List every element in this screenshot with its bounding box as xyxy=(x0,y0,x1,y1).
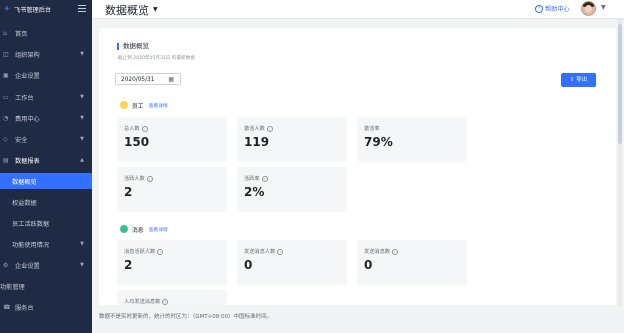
sidebar-item-security[interactable]: ◇ 安全 ▼ xyxy=(0,131,92,147)
sidebar-item-reports[interactable]: ▤ 数据报表 ▲ xyxy=(0,152,92,168)
feishu-logo-icon: ✈ xyxy=(4,4,10,13)
home-icon: ⌂ xyxy=(3,29,7,37)
calendar-icon: ▦ xyxy=(168,76,174,83)
collapse-menu-icon[interactable] xyxy=(78,5,86,12)
footer: 数据不是实时更新的，统计的时区为：（GMT+08:00）中国标准时间。 xyxy=(92,305,624,333)
sidebar-item-cost[interactable]: ◔ 费用中心 ▼ xyxy=(0,110,92,126)
scrollbar[interactable] xyxy=(618,18,622,324)
stat-card-message-senders: 发送消息人数 i 0 xyxy=(237,240,347,285)
service-icon: ☎ xyxy=(3,303,11,311)
export-button[interactable]: ⇩ 导出 xyxy=(561,73,596,87)
date-value: 2020/05/31 xyxy=(121,77,155,83)
chevron-up-icon: ▲ xyxy=(80,157,84,163)
chevron-down-icon: ▼ xyxy=(80,115,84,121)
caret-down-icon[interactable]: ▼ xyxy=(153,6,158,13)
settings-icon: ▣ xyxy=(3,71,9,79)
messages-details-link[interactable]: 查看详情 xyxy=(149,226,168,233)
help-center-link[interactable]: ? 帮助中心 xyxy=(535,4,570,13)
sidebar-item-service-desk[interactable]: ☎ 服务台 xyxy=(0,299,92,315)
overview-card: 数据概览 截止到 2020年05月31日 的最新数据 2020/05/31 ▦ … xyxy=(99,28,616,305)
chevron-down-icon: ▼ xyxy=(80,51,84,57)
message-icon xyxy=(120,225,128,233)
sidebar-item-home[interactable]: ⌂ 首页 xyxy=(0,25,92,41)
messages-section-header: 消息 查看详情 xyxy=(120,224,168,234)
sidebar-item-active-employees[interactable]: 员工活跃数据 xyxy=(0,215,92,231)
sidebar: ✈ 飞书管理后台 ⌂ 首页 ◫ 组织架构 ▼ ▣ 企业设置 ▭ 工作台 ▼ ◔ … xyxy=(0,0,92,333)
sidebar-item-feature-management[interactable]: 功能管理 xyxy=(0,278,92,294)
sidebar-item-workbench[interactable]: ▭ 工作台 ▼ xyxy=(0,89,92,105)
stat-card-activation-rate: 激活率 79% xyxy=(357,117,467,162)
chevron-down-icon: ▼ xyxy=(80,262,84,268)
download-icon: ⇩ xyxy=(569,77,575,83)
org-icon: ◫ xyxy=(3,50,9,58)
top-header: 数据概览 ▼ ? 帮助中心 ▼ xyxy=(92,0,624,19)
cost-icon: ◔ xyxy=(3,114,9,122)
info-icon[interactable]: i xyxy=(141,125,148,132)
page-title[interactable]: 数据概览 xyxy=(105,2,149,18)
info-icon[interactable]: i xyxy=(162,298,169,305)
employee-icon xyxy=(120,101,128,109)
question-icon: ? xyxy=(535,4,543,13)
stat-card-active-rate: 活跃率 i 2% xyxy=(237,167,347,212)
sidebar-item-data-overview[interactable]: 数据概览 xyxy=(0,173,92,189)
scrollbar-thumb[interactable] xyxy=(618,24,622,144)
info-icon[interactable]: i xyxy=(266,125,273,132)
data-cutoff-note: 截止到 2020年05月31日 的最新数据 xyxy=(118,56,195,61)
stat-card-active: 活跃人数 i 2 xyxy=(117,167,227,212)
timezone-note: 数据不是实时更新的，统计的时区为：（GMT+08:00）中国标准时间。 xyxy=(99,314,273,320)
section-title: 数据概览 xyxy=(117,43,149,50)
info-icon[interactable]: i xyxy=(157,248,164,255)
stat-card-total: 总人数 i 150 xyxy=(117,117,227,162)
sidebar-item-org[interactable]: ◫ 组织架构 ▼ xyxy=(0,46,92,62)
date-picker[interactable]: 2020/05/31 ▦ xyxy=(115,73,181,85)
shield-icon: ◇ xyxy=(3,135,8,143)
stat-card-messages-per-person: 人均发送消息数 i xyxy=(117,290,227,305)
caret-down-icon[interactable]: ▼ xyxy=(601,4,606,11)
brand-name: 飞书管理后台 xyxy=(14,6,52,14)
chevron-down-icon: ▼ xyxy=(80,94,84,100)
stat-card-messages-sent: 发送消息数 i 0 xyxy=(357,240,467,285)
workbench-icon: ▭ xyxy=(3,93,9,101)
brand[interactable]: ✈ 飞书管理后台 xyxy=(0,0,92,18)
settings-icon: ⚙ xyxy=(3,261,9,269)
report-icon: ▤ xyxy=(3,156,9,164)
avatar[interactable] xyxy=(581,1,596,16)
chevron-down-icon: ▼ xyxy=(80,241,84,247)
sidebar-item-company-settings[interactable]: ▣ 企业设置 xyxy=(0,67,92,83)
info-icon[interactable]: i xyxy=(146,175,153,182)
stat-card-activated: 激活人数 i 119 xyxy=(237,117,347,162)
sidebar-item-benefits-data[interactable]: 权益数据 xyxy=(0,194,92,210)
sidebar-item-feature-usage[interactable]: 功能使用情况 ▼ xyxy=(0,236,92,252)
info-icon[interactable]: i xyxy=(261,175,268,182)
sidebar-item-enterprise-settings[interactable]: ⚙ 企业设置 ▼ xyxy=(0,257,92,273)
employees-section-header: 员工 查看详情 xyxy=(120,100,168,110)
chevron-down-icon: ▼ xyxy=(80,136,84,142)
employees-details-link[interactable]: 查看详情 xyxy=(149,102,168,109)
info-icon[interactable]: i xyxy=(277,248,284,255)
info-icon[interactable]: i xyxy=(391,248,398,255)
stat-card-message-active: 消息活跃人数 i 2 xyxy=(117,240,227,285)
